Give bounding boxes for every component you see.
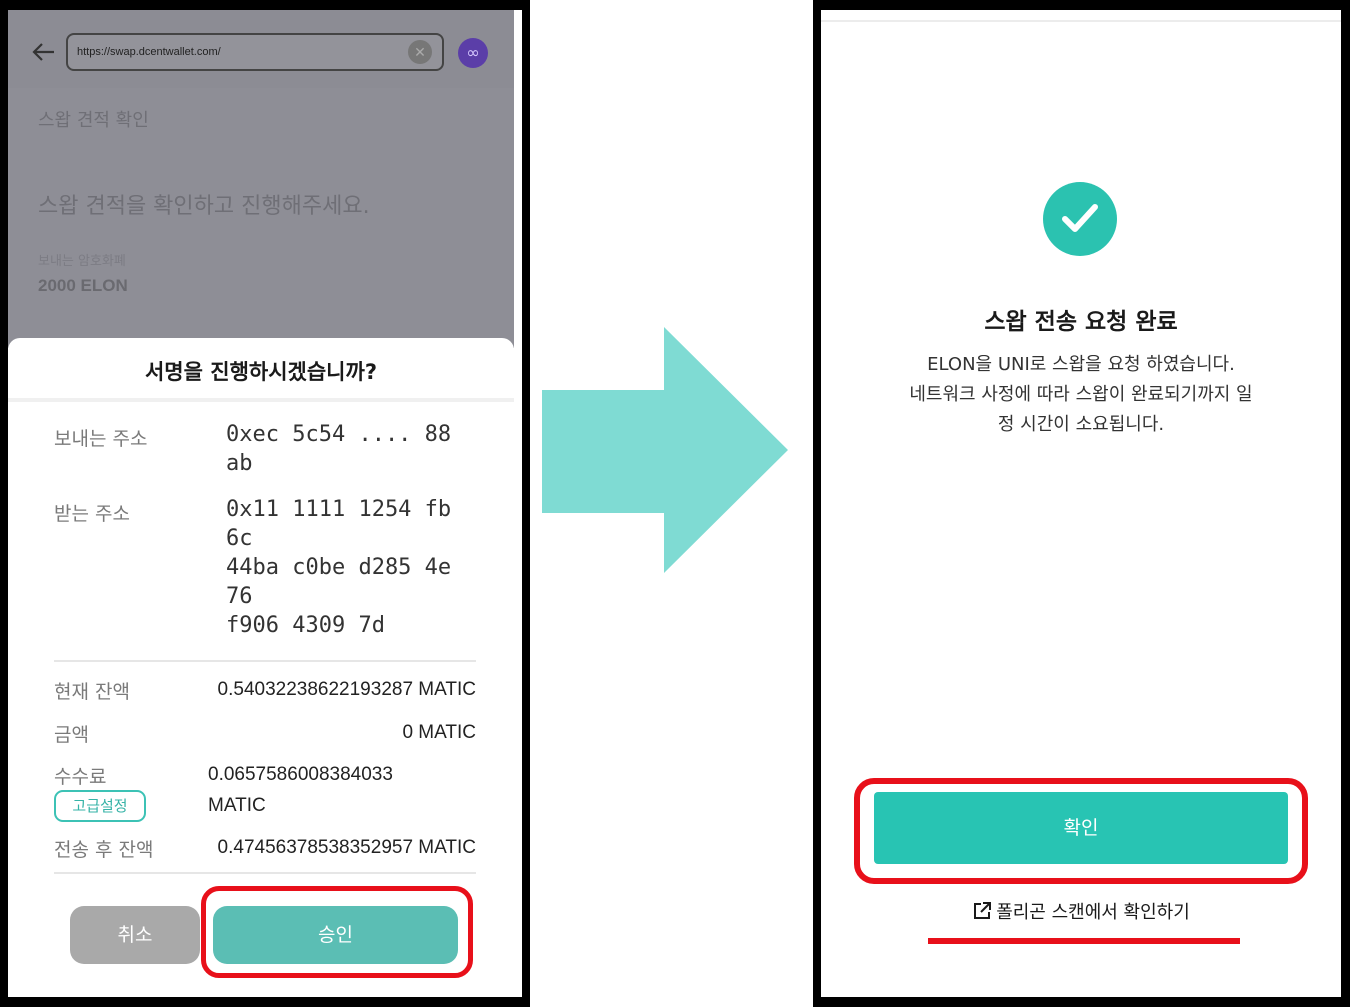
right-arrow-icon (540, 325, 790, 575)
polygonscan-link[interactable]: 폴리곤 스캔에서 확인하기 (821, 898, 1341, 926)
from-address-line: ab (226, 451, 253, 476)
close-circle-icon[interactable]: ✕ (408, 40, 432, 64)
url-input[interactable]: https://swap.dcentwallet.com/ ✕ (66, 33, 444, 71)
background-page: 스왑 견적 확인 스왑 견적을 확인하고 진행해주세요. 보내는 암호화폐 20… (8, 88, 514, 348)
balance-value: 0.54032238622193287 MATIC (217, 679, 476, 700)
divider (54, 660, 476, 662)
check-circle-icon (1043, 182, 1117, 256)
to-address-line: 76 (226, 584, 253, 609)
send-crypto-label: 보내는 암호화폐 (38, 254, 126, 269)
url-text: https://swap.dcentwallet.com/ (77, 46, 221, 58)
advanced-settings-button[interactable]: 고급설정 (54, 790, 146, 822)
to-address-line: 44ba c0be d285 4e (226, 555, 452, 580)
sheet-title: 서명을 진행하시겠습니까? (144, 360, 377, 384)
to-address-label: 받는 주소 (54, 503, 130, 525)
to-address-line: 6c (226, 526, 253, 551)
success-message: ELON을 UNI로 스왑을 요청 하였습니다. 네트워크 사정에 따라 스왑이… (881, 350, 1281, 440)
fee-value-line: MATIC (208, 795, 266, 816)
from-address-line: 0xec 5c54 .... 88 (226, 422, 452, 447)
divider (821, 20, 1341, 22)
success-title: 스왑 전송 요청 완료 (984, 309, 1178, 335)
success-message-line: 정 시간이 소요됩니다. (997, 414, 1165, 435)
amount-label: 금액 (54, 724, 89, 746)
success-message-line: ELON을 UNI로 스왑을 요청 하였습니다. (927, 354, 1235, 375)
polygon-icon[interactable]: ∞ (458, 38, 488, 68)
to-address-value: 0x11 1111 1254 fb 6c 44ba c0be d285 4e 76 f9… (226, 495, 451, 640)
send-crypto-value: 2000 ELON (38, 276, 128, 295)
external-link-icon (972, 901, 992, 926)
divider (54, 872, 476, 874)
left-phone-frame: https://swap.dcentwallet.com/ ✕ ∞ 스왑 견적 … (0, 0, 530, 1007)
cancel-button[interactable]: 취소 (70, 906, 200, 964)
fee-label: 수수료 (54, 766, 107, 788)
after-balance-value: 0.47456378538352957 MATIC (217, 837, 476, 858)
after-balance-label: 전송 후 잔액 (54, 839, 154, 861)
fee-value-line: 0.0657586008384033 (208, 764, 393, 785)
from-address-label: 보내는 주소 (54, 428, 148, 450)
to-address-line: 0x11 1111 1254 fb (226, 497, 452, 522)
polygonscan-link-text: 폴리곤 스캔에서 확인하기 (996, 902, 1190, 923)
highlight-approve-box (201, 886, 473, 978)
to-address-line: f906 4309 7d (226, 613, 385, 638)
highlight-confirm-box (854, 778, 1308, 884)
success-message-line: 네트워크 사정에 따라 스왑이 완료되기까지 일 (909, 384, 1253, 405)
browser-bar: https://swap.dcentwallet.com/ ✕ ∞ (8, 10, 514, 88)
amount-value: 0 MATIC (402, 722, 476, 743)
highlight-link-underline (928, 938, 1240, 944)
page-title: 스왑 견적 확인 (38, 110, 149, 131)
divider (8, 398, 514, 402)
balance-label: 현재 잔액 (54, 681, 130, 703)
fee-value: 0.0657586008384033 MATIC (208, 759, 393, 821)
from-address-value: 0xec 5c54 .... 88 ab (226, 420, 451, 478)
page-heading: 스왑 견적을 확인하고 진행해주세요. (38, 194, 370, 219)
arrow-left-icon[interactable] (30, 38, 60, 68)
